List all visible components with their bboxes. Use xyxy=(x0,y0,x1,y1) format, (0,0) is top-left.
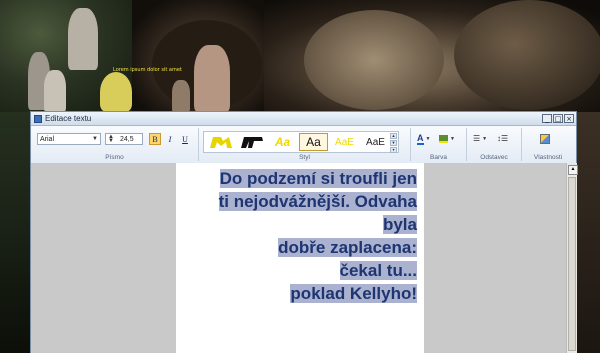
text-line: byla xyxy=(382,215,417,234)
properties-group: Vlastnosti xyxy=(522,128,574,161)
text-line: čekal tu... xyxy=(339,261,417,280)
highlight-button[interactable]: ▼ xyxy=(439,132,455,146)
chevron-down-icon: ▼ xyxy=(92,136,98,142)
background-left-strip xyxy=(0,112,30,353)
highlight-icon xyxy=(439,135,448,143)
photo-person xyxy=(194,45,230,112)
background-right-strip xyxy=(577,112,600,353)
photo-person xyxy=(68,8,98,70)
chevron-down-icon: ▼ xyxy=(425,136,431,142)
line-spacing-button[interactable]: ↕☰ xyxy=(497,132,508,146)
document-text[interactable]: Do podzemí si troufli jen ti nejodvážněj… xyxy=(180,167,417,305)
photo-cave-interior xyxy=(264,0,600,112)
style-tile-wave-black[interactable] xyxy=(237,133,266,151)
vertical-scrollbar[interactable]: ▲ xyxy=(566,163,578,353)
font-size-value: 24,5 xyxy=(120,136,134,143)
style-gallery-scroll[interactable]: ▲ ▼ ▾ xyxy=(390,133,397,153)
photo-family-forest xyxy=(0,0,132,112)
underline-button[interactable]: U xyxy=(179,133,191,145)
paragraph-group: ☰ ▼ ↕☰ Odstavec xyxy=(467,128,522,161)
italic-button[interactable]: I xyxy=(164,133,176,145)
photo-person xyxy=(44,70,66,112)
properties-group-label: Vlastnosti xyxy=(533,154,563,161)
line-spacing-icon: ↕☰ xyxy=(497,134,509,143)
document-page[interactable]: Do podzemí si troufli jen ti nejodvážněj… xyxy=(176,163,424,353)
font-group-label: Písmo xyxy=(105,154,124,161)
style-group-label: Styl xyxy=(299,154,310,161)
window-title: Editace textu xyxy=(45,114,92,123)
text-editor-window: Editace textu _ □ × Arial ▼ ▲ ▼ 24,5 B I … xyxy=(30,111,578,353)
style-tile-aae-yellow[interactable]: AaE xyxy=(330,133,359,151)
font-color-icon: A xyxy=(417,132,424,145)
style-tile-wave-yellow[interactable] xyxy=(206,133,235,151)
text-line: dobře zaplacena: xyxy=(278,238,417,257)
background-photo-collage: Lorem ipsum dolor sit amet xyxy=(0,0,600,112)
align-button[interactable]: ☰ ▼ xyxy=(473,132,487,146)
chevron-down-icon: ▼ xyxy=(482,136,488,142)
font-name-value: Arial xyxy=(40,136,55,143)
color-group: A ▼ ▼ Barva xyxy=(411,128,467,161)
color-group-label: Barva xyxy=(430,154,447,161)
photo-yellow-object xyxy=(100,72,132,112)
maximize-button[interactable]: □ xyxy=(553,114,563,123)
photo-person xyxy=(172,80,190,112)
chevron-down-icon: ▼ xyxy=(450,136,455,142)
photo-cave-entrance xyxy=(132,0,264,112)
close-button[interactable]: × xyxy=(564,114,574,123)
font-group: Arial ▼ ▲ ▼ 24,5 B I U Písmo xyxy=(31,128,199,161)
style-group: Aa Aa AaE AaE ▲ ▼ ▾ Styl xyxy=(199,128,411,161)
text-line: Do podzemí si troufli jen xyxy=(219,169,417,188)
font-size-input[interactable]: ▲ ▼ 24,5 xyxy=(105,133,143,145)
properties-icon xyxy=(540,134,550,144)
font-name-select[interactable]: Arial ▼ xyxy=(37,133,101,145)
text-line: ti nejodvážnější. Odvaha xyxy=(218,192,417,211)
align-icon: ☰ xyxy=(473,134,481,143)
properties-button[interactable] xyxy=(540,132,550,146)
style-tile-aae-black[interactable]: AaE xyxy=(361,133,390,151)
minimize-button[interactable]: _ xyxy=(542,114,552,123)
lorem-caption: Lorem ipsum dolor sit amet xyxy=(113,67,182,73)
scroll-thumb[interactable] xyxy=(568,177,576,351)
font-color-button[interactable]: A ▼ xyxy=(417,132,430,146)
scroll-up-button[interactable]: ▲ xyxy=(568,165,578,175)
spin-icon[interactable]: ▲ ▼ xyxy=(108,134,114,144)
style-gallery: Aa Aa AaE AaE ▲ ▼ ▾ xyxy=(203,131,399,153)
window-titlebar[interactable]: Editace textu _ □ × xyxy=(31,112,576,126)
bold-button[interactable]: B xyxy=(149,133,161,145)
ribbon-toolbar: Arial ▼ ▲ ▼ 24,5 B I U Písmo Aa Aa AaE A… xyxy=(31,126,576,164)
paragraph-group-label: Odstavec xyxy=(480,154,508,161)
style-tile-aa-yellow[interactable]: Aa xyxy=(268,133,297,151)
text-line: poklad Kellyho! xyxy=(290,284,417,303)
document-area: Do podzemí si troufli jen ti nejodvážněj… xyxy=(31,163,566,353)
app-icon xyxy=(34,114,42,123)
style-tile-aa-selected[interactable]: Aa xyxy=(299,133,328,151)
